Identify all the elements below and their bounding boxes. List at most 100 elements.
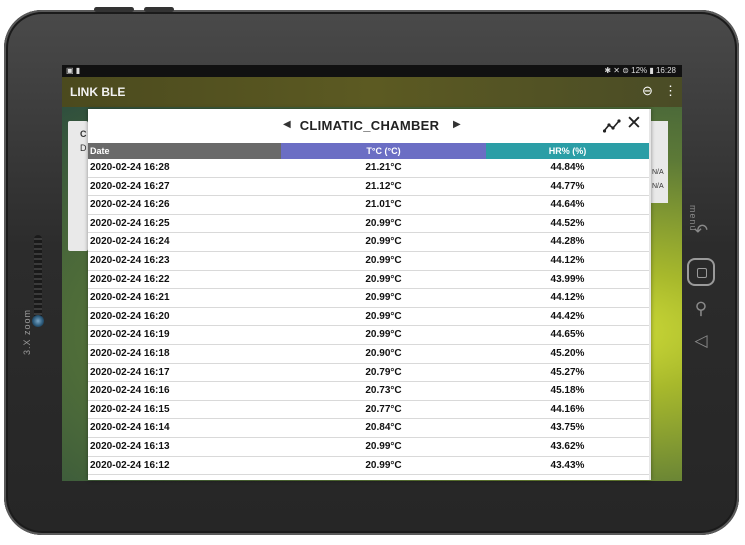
scrollbar[interactable] (649, 109, 651, 480)
date-cell: 2020-02-24 16:13 (90, 440, 170, 452)
date-cell: 2020-02-24 16:16 (90, 385, 170, 397)
table-body[interactable]: 2020-02-24 16:28 21.21°C 44.84% 2020-02-24 … (88, 159, 649, 476)
humidity-cell: 44.42% (550, 310, 585, 322)
date-cell: 2020-02-24 16:21 (90, 292, 170, 304)
table-row[interactable]: 2020-02-24 16:26 21.01°C 44.64% (88, 196, 649, 215)
chevron-right-icon[interactable]: ▶ (453, 119, 461, 130)
table-row[interactable]: 2020-02-24 16:22 20.99°C 43.99% (88, 271, 649, 290)
home-key[interactable] (687, 258, 715, 286)
overflow-menu-icon[interactable]: ⋮ (664, 83, 677, 99)
date-cell: 2020-02-24 16:18 (90, 347, 170, 359)
humidity-cell: 43.75% (550, 422, 585, 434)
date-cell: 2020-02-24 16:17 (90, 366, 170, 378)
date-cell: 2020-02-24 16:19 (90, 329, 170, 341)
return-key-icon[interactable]: ◁ (690, 330, 712, 352)
date-cell: 2020-02-24 16:22 (90, 273, 170, 285)
humidity-cell: 44.84% (550, 162, 585, 173)
humidity-cell: 45.18% (550, 385, 585, 397)
humidity-cell: 44.64% (550, 199, 585, 211)
logout-icon[interactable]: ⊖ (642, 83, 653, 99)
temperature-cell: 20.79°C (365, 366, 402, 378)
humidity-cell: 44.16% (550, 403, 585, 415)
table-row[interactable]: 2020-02-24 16:24 20.99°C 44.28% (88, 233, 649, 252)
humidity-cell: 44.77% (550, 180, 585, 192)
table-row[interactable]: 2020-02-24 16:23 20.99°C 44.12% (88, 252, 649, 271)
background-card-letter: C (80, 129, 87, 139)
date-cell: 2020-02-24 16:14 (90, 422, 170, 434)
temperature-cell: 20.99°C (365, 292, 402, 304)
table-row[interactable]: 2020-02-24 16:20 20.99°C 44.42% (88, 308, 649, 327)
volume-button[interactable] (144, 7, 174, 12)
close-icon[interactable]: ✕ (626, 114, 642, 134)
background-card: C D (68, 121, 88, 251)
date-cell: 2020-02-24 16:20 (90, 310, 170, 322)
dialog-header: ◀ CLIMATIC_CHAMBER ▶ ✕ (88, 109, 651, 143)
app-title: LINK BLE (70, 85, 126, 99)
table-header: Date T°C (°C) HR% (%) (88, 143, 649, 159)
history-dialog: ◀ CLIMATIC_CHAMBER ▶ ✕ Date T°C (°C) HR%… (88, 109, 651, 480)
date-cell: 2020-02-24 16:24 (90, 236, 170, 248)
date-cell: 2020-02-24 16:27 (90, 180, 170, 192)
table-row[interactable]: 2020-02-24 16:25 20.99°C 44.52% (88, 215, 649, 234)
date-cell: 2020-02-24 16:12 (90, 459, 170, 471)
table-row[interactable]: 2020-02-24 16:28 21.21°C 44.84% (88, 159, 649, 178)
date-cell: 2020-02-24 16:23 (90, 254, 170, 266)
status-bar: ▣ ▮ ✱ ✕ ⊜ 12% ▮ 16:28 (62, 65, 682, 77)
temperature-cell: 20.99°C (365, 459, 402, 471)
table-row[interactable]: 2020-02-24 16:13 20.99°C 43.62% (88, 438, 649, 457)
temperature-cell: 20.99°C (365, 236, 402, 248)
humidity-cell: 44.52% (550, 217, 585, 229)
date-cell: 2020-02-24 16:28 (90, 162, 170, 173)
temperature-cell: 20.90°C (365, 347, 402, 359)
dialog-title: CLIMATIC_CHAMBER (299, 118, 440, 133)
humidity-cell: 43.43% (550, 459, 585, 471)
humidity-cell: 44.28% (550, 236, 585, 248)
temperature-cell: 20.99°C (365, 273, 402, 285)
background-na-2: N/A (652, 183, 664, 190)
column-header-humidity[interactable]: HR% (%) (486, 143, 649, 159)
status-system-info: ✱ ✕ ⊜ 12% ▮ 16:28 (604, 66, 676, 75)
humidity-cell: 43.99% (550, 273, 585, 285)
table-row[interactable]: 2020-02-24 16:14 20.84°C 43.75% (88, 419, 649, 438)
temperature-cell: 20.99°C (365, 440, 402, 452)
humidity-cell: 45.20% (550, 347, 585, 359)
table-row[interactable]: 2020-02-24 16:21 20.99°C 44.12% (88, 289, 649, 308)
temperature-cell: 20.77°C (365, 403, 402, 415)
background-card-right: N/A N/A (650, 121, 668, 203)
table-row[interactable]: 2020-02-24 16:16 20.73°C 45.18% (88, 382, 649, 401)
humidity-cell: 44.12% (550, 254, 585, 266)
table-row[interactable]: 2020-02-24 16:27 21.12°C 44.77% (88, 178, 649, 197)
table-row[interactable]: 2020-02-24 16:15 20.77°C 44.16% (88, 401, 649, 420)
date-cell: 2020-02-24 16:26 (90, 199, 170, 211)
temperature-cell: 20.99°C (365, 310, 402, 322)
table-row[interactable]: 2020-02-24 16:17 20.79°C 45.27% (88, 364, 649, 383)
temperature-cell: 21.21°C (365, 162, 402, 173)
humidity-cell: 45.27% (550, 366, 585, 378)
date-cell: 2020-02-24 16:25 (90, 217, 170, 229)
temperature-cell: 21.01°C (365, 199, 402, 211)
speaker-grille (34, 235, 42, 323)
table-row[interactable]: 2020-02-24 16:12 20.99°C 43.43% (88, 457, 649, 476)
humidity-cell: 44.12% (550, 292, 585, 304)
temperature-cell: 20.99°C (365, 217, 402, 229)
background-na-1: N/A (652, 169, 664, 176)
temperature-cell: 20.99°C (365, 254, 402, 266)
temperature-cell: 21.12°C (365, 180, 402, 192)
column-header-temperature[interactable]: T°C (°C) (281, 143, 486, 159)
column-header-date[interactable]: Date (88, 143, 281, 159)
back-key-icon[interactable]: ↶ (690, 220, 712, 242)
table-row[interactable]: 2020-02-24 16:19 20.99°C 44.65% (88, 326, 649, 345)
background-card-sub: D (80, 143, 87, 153)
camera-icon (32, 315, 44, 327)
table-row[interactable]: 2020-02-24 16:18 20.90°C 45.20% (88, 345, 649, 364)
zoom-label: 3.X zoom (22, 308, 32, 355)
date-cell: 2020-02-24 16:15 (90, 403, 170, 415)
app-bar: LINK BLE ⊖ ⋮ (62, 77, 682, 107)
temperature-cell: 20.73°C (365, 385, 402, 397)
temperature-cell: 20.84°C (365, 422, 402, 434)
chart-line-icon[interactable] (603, 118, 621, 134)
power-button[interactable] (94, 7, 134, 12)
humidity-cell: 43.62% (550, 440, 585, 452)
search-key-icon[interactable]: ⚲ (690, 298, 712, 320)
humidity-cell: 44.65% (550, 329, 585, 341)
